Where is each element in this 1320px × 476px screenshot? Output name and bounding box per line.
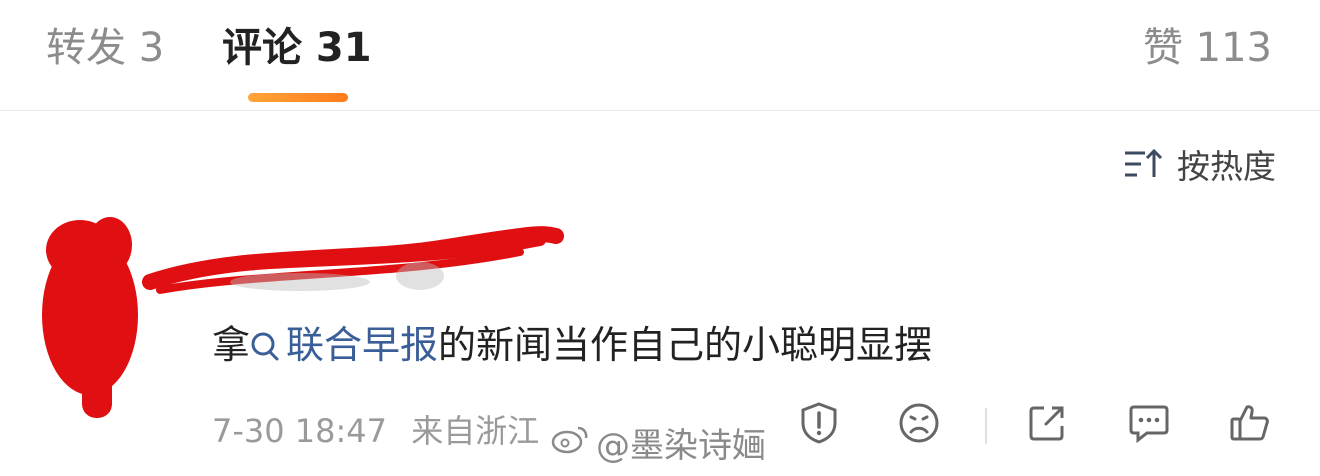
shield-exclamation-icon [798,401,840,449]
dislike-button[interactable] [896,402,942,448]
weibo-logo-icon [550,423,590,463]
share-icon [1026,402,1068,448]
topic-label: 联合早报 [286,323,439,367]
sort-label: 按热度 [1177,147,1276,186]
comment-text: 拿联合早报的新闻当作自己的小聪明显摆 [212,320,932,374]
comment-button[interactable] [1126,402,1172,448]
tab-repost[interactable]: 转发 3 [46,22,164,74]
comment-time: 7-30 18:47 [212,412,388,450]
comment-meta: 7-30 18:47 来自浙江 [212,406,553,452]
topic-link[interactable]: 联合早报 [250,323,438,367]
sort-by-hot-button[interactable]: 按热度 [1123,142,1276,186]
comment-tabs: 转发 3 评论 31 赞 113 [0,0,1320,110]
share-button[interactable] [1024,402,1070,448]
report-button[interactable] [796,402,842,448]
like-button[interactable] [1227,402,1273,448]
comment-prefix: 拿 [212,323,251,367]
sad-face-icon [898,402,940,448]
search-icon [250,324,280,374]
tab-comments[interactable]: 评论 31 [222,22,372,74]
action-separator [985,408,987,444]
watermark: @墨染诗婳 [550,418,766,467]
watermark-text: @墨染诗婳 [596,426,766,466]
active-tab-indicator [248,93,348,102]
comment-suffix: 的新闻当作自己的小聪明显摆 [438,323,933,367]
sort-icon [1123,147,1163,181]
tabs-divider [0,110,1320,111]
thumbs-up-icon [1228,401,1272,449]
tab-likes[interactable]: 赞 113 [1143,22,1272,74]
comment-bubble-icon [1127,402,1171,448]
comment-location: 来自浙江 [411,412,540,450]
